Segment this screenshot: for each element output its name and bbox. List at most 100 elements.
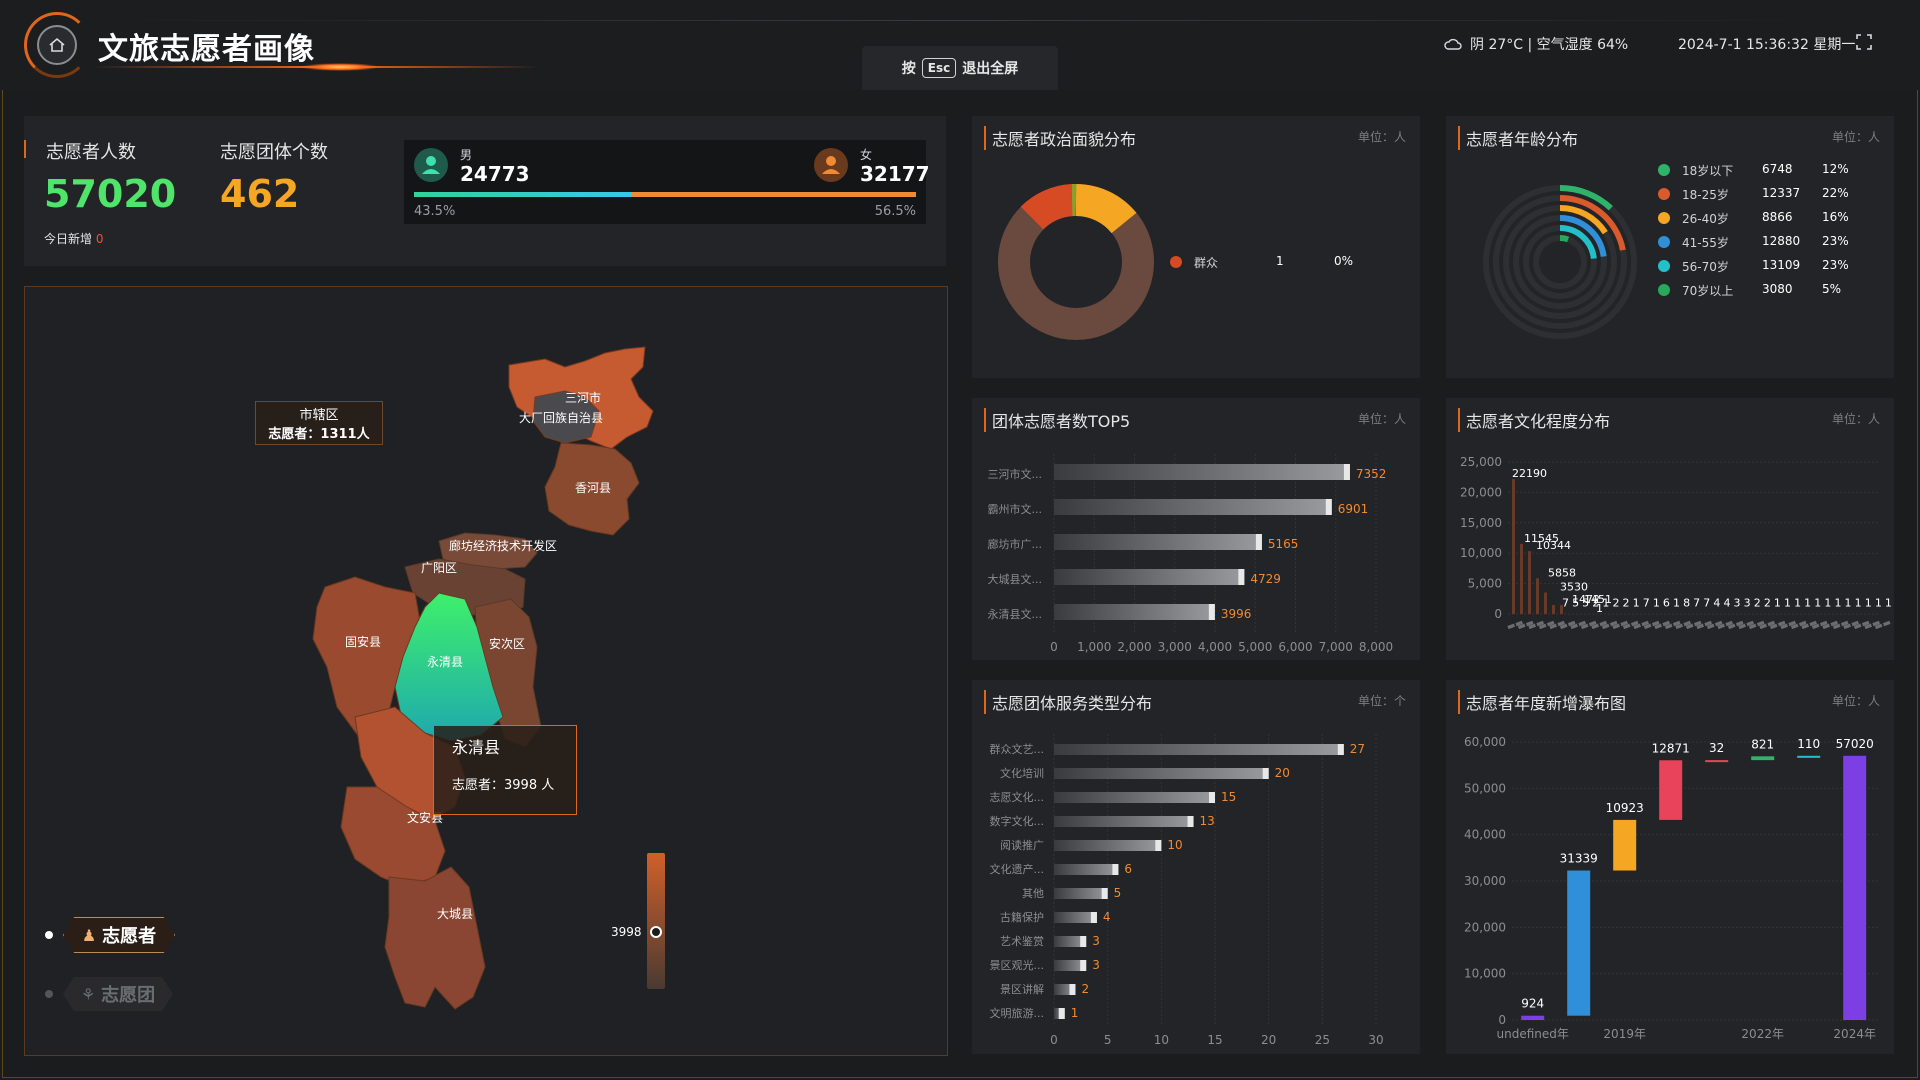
bar[interactable]	[1054, 888, 1108, 899]
esc-suffix: 退出全屏	[962, 61, 1019, 77]
bar[interactable]	[1520, 543, 1523, 614]
cloud-icon	[1444, 38, 1462, 50]
data-label: 4	[1103, 910, 1111, 924]
bar[interactable]	[1054, 744, 1344, 755]
category-label: 三河市文...	[988, 467, 1043, 481]
age-legend-row[interactable]: 56-70岁 13109 23%	[1658, 258, 1878, 274]
bar[interactable]	[1512, 479, 1515, 614]
legend-volunteer[interactable]: ♟ 志愿者	[45, 917, 175, 953]
waterfall-bar[interactable]	[1843, 755, 1867, 1020]
category-label: 其他	[1022, 887, 1044, 900]
visual-map-handle[interactable]	[650, 926, 662, 938]
age-legend-value: 12880	[1762, 234, 1801, 248]
data-label: 3996	[1221, 607, 1252, 621]
data-label: 2	[1081, 982, 1089, 996]
education-bar-chart[interactable]: 05,00010,00015,00020,00025,0002219011545…	[1446, 398, 1894, 660]
bar[interactable]	[1054, 864, 1119, 875]
bar[interactable]	[1528, 551, 1531, 614]
age-legend-row[interactable]: 26-40岁 8866 16%	[1658, 210, 1878, 226]
bar-cap	[1058, 1008, 1065, 1019]
waterfall-bar[interactable]	[1705, 760, 1729, 763]
male-icon	[414, 148, 448, 182]
age-legend-row[interactable]: 41-55岁 12880 23%	[1658, 234, 1878, 250]
waterfall-bar[interactable]	[1521, 1015, 1545, 1020]
visual-map-scale[interactable]	[647, 853, 665, 989]
exit-fullscreen-hint[interactable]: 按 Esc 退出全屏	[862, 46, 1058, 90]
y-tick-label: 20,000	[1464, 920, 1506, 934]
legend-volunteer-label: 志愿者	[102, 926, 157, 947]
age-legend-dot	[1658, 284, 1670, 296]
bar[interactable]	[1054, 768, 1269, 779]
waterfall-bar[interactable]	[1797, 755, 1821, 758]
home-icon[interactable]	[37, 25, 77, 65]
waterfall-chart[interactable]: 0 10,000 20,000 30,000 40,000 50,000 60,000 924…	[1446, 680, 1894, 1054]
tooltip-shiqu: 市辖区 志愿者：1311人	[255, 401, 383, 445]
age-legend-row[interactable]: 70岁以上 3080 5%	[1658, 282, 1878, 298]
bar[interactable]	[1054, 569, 1245, 585]
data-label: 13	[1200, 814, 1215, 828]
waterfall-bar[interactable]	[1613, 819, 1637, 871]
label-yongqing: 永清县	[427, 655, 464, 669]
male-ratio-fill	[414, 192, 633, 197]
category-label: 文明旅游...	[990, 1006, 1045, 1020]
bar[interactable]	[1054, 464, 1350, 480]
datetime: 2024-7-1 15:36:32 星期一	[1678, 37, 1856, 53]
bar[interactable]	[1054, 912, 1097, 923]
age-legend-name: 70岁以上	[1682, 284, 1734, 298]
x-tick-label: 2024年	[1833, 1027, 1876, 1041]
team-count-value: 462	[220, 172, 300, 216]
data-label: 4729	[1250, 572, 1281, 586]
political-slice-orange[interactable]	[1075, 184, 1137, 234]
bar[interactable]	[1054, 534, 1262, 550]
y-tick-label: 15,000	[1460, 516, 1502, 530]
bar[interactable]	[1054, 499, 1332, 515]
data-label: 12871	[1652, 741, 1690, 755]
bar[interactable]	[1536, 578, 1539, 614]
stats-accent	[24, 140, 26, 158]
y-tick-label: 50,000	[1464, 781, 1506, 795]
service-bar-chart[interactable]: 0 5 10 15 20 25 30群众文艺... 27文化培训 20志愿文化... 15数字文化…	[972, 680, 1420, 1054]
x-tick-label: 20	[1261, 1033, 1276, 1047]
data-label: 5165	[1268, 537, 1299, 551]
waterfall-bar[interactable]	[1567, 870, 1591, 1016]
title-glow	[300, 63, 380, 71]
bar[interactable]	[1552, 605, 1555, 614]
waterfall-bar[interactable]	[1659, 760, 1683, 820]
legend-team[interactable]: ⚘ 志愿团	[45, 977, 173, 1011]
y-tick-label: 5,000	[1468, 577, 1502, 591]
political-slice-red[interactable]	[1020, 184, 1074, 230]
category-label: 文化遗产...	[990, 862, 1045, 876]
age-legend-row[interactable]: 18岁以下 6748 12%	[1658, 162, 1878, 178]
bar[interactable]	[1054, 792, 1215, 803]
data-label: 3	[1092, 934, 1100, 948]
bar[interactable]	[1054, 840, 1162, 851]
y-tick-label: 10,000	[1460, 546, 1502, 560]
female-pct: 56.5%	[874, 204, 916, 219]
age-legend-dot	[1658, 212, 1670, 224]
x-tick-label: 3,000	[1158, 640, 1192, 654]
label-dachang: 大厂回族自治县	[519, 411, 604, 425]
age-legend-value: 6748	[1762, 162, 1793, 176]
bar[interactable]	[1054, 816, 1194, 827]
bar-cap	[1208, 604, 1215, 620]
category-label: 群众文艺...	[990, 742, 1045, 756]
data-label: 27	[1350, 742, 1365, 756]
age-legend-name: 18岁以下	[1682, 164, 1734, 178]
data-label: 6	[1124, 862, 1132, 876]
fullscreen-icon[interactable]	[1856, 34, 1872, 50]
top5-bar-chart[interactable]: 0 1,000 2,000 3,000 4,000 5,000 6,000 7,000 8,00…	[972, 398, 1420, 660]
bar-cap	[1255, 534, 1262, 550]
region-dacheng[interactable]	[384, 866, 486, 1010]
bar[interactable]	[1544, 592, 1547, 614]
x-tick-label: 10	[1154, 1033, 1169, 1047]
x-tick-label: 2,000	[1117, 640, 1151, 654]
bar[interactable]	[1054, 604, 1215, 620]
bar-cap	[1090, 912, 1097, 923]
political-legend-pct: 0%	[1334, 254, 1354, 268]
bar-cap	[1209, 792, 1215, 803]
age-ring-arc[interactable]	[1559, 235, 1570, 243]
age-legend-row[interactable]: 18-25岁 12337 22%	[1658, 186, 1878, 202]
waterfall-bar[interactable]	[1751, 756, 1775, 761]
volunteer-icon: ♟	[81, 925, 97, 945]
political-donut[interactable]	[972, 116, 1420, 378]
